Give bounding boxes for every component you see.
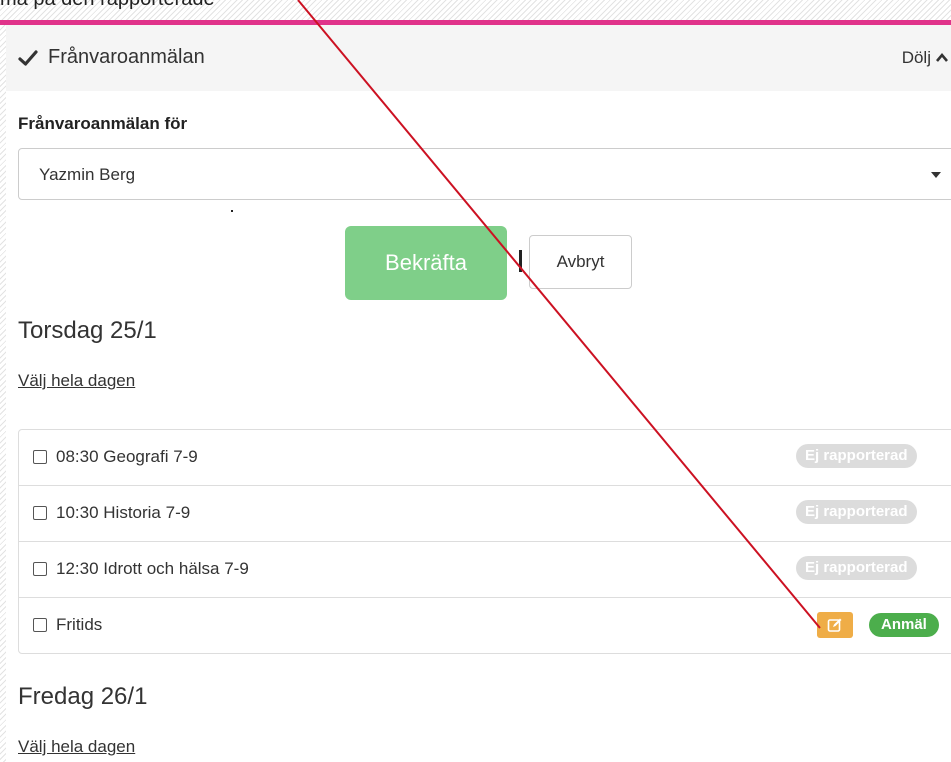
- annotation-arrow-line: [297, 0, 821, 629]
- annotation-arrow: [297, 0, 821, 629]
